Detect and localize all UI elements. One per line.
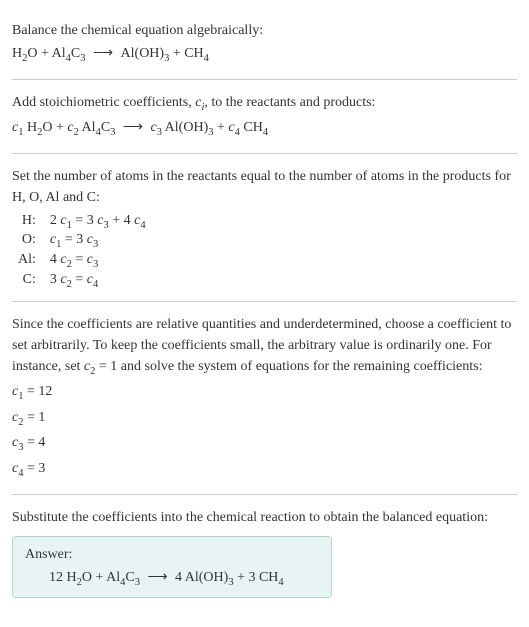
text: , to the reactants and products: — [204, 95, 375, 110]
eq-text: Al — [79, 120, 96, 135]
eq-text: Al(OH) — [121, 46, 165, 61]
eq-sub: 4 — [263, 127, 268, 138]
atoms-section: Set the number of atoms in the reactants… — [12, 154, 517, 301]
atom-equation: 3 c2 = c4 — [44, 271, 152, 291]
arrow-icon: ⟶ — [115, 120, 150, 135]
atom-label: O: — [12, 231, 44, 251]
atom-label: Al: — [12, 251, 44, 271]
answer-equation: 12 H2O + Al4C3 ⟶ 4 Al(OH)3 + 3 CH4 — [25, 569, 319, 588]
eq-text: O + — [42, 120, 67, 135]
answer-label: Answer: — [25, 547, 319, 563]
eq-sub: 4 — [204, 53, 209, 64]
intro-section: Balance the chemical equation algebraica… — [12, 8, 517, 79]
eq-text: C — [101, 120, 110, 135]
eq-text: O + Al — [27, 46, 65, 61]
answer-section: Substitute the coefficients into the che… — [12, 495, 517, 609]
atom-label: H: — [12, 212, 44, 232]
arrow-icon: ⟶ — [85, 46, 120, 61]
arrow-icon: ⟶ — [140, 570, 175, 585]
coeff-line: c3 = 4 — [12, 432, 517, 456]
coeff-line: c4 = 3 — [12, 458, 517, 482]
eq-text: CH — [240, 120, 263, 135]
stoich-section: Add stoichiometric coefficients, ci, to … — [12, 80, 517, 153]
eq-text: H — [12, 46, 22, 61]
table-row: C: 3 c2 = c4 — [12, 271, 152, 291]
atom-equation: 4 c2 = c3 — [44, 251, 152, 271]
table-row: H: 2 c1 = 3 c3 + 4 c4 — [12, 212, 152, 232]
solve-text: Since the coefficients are relative quan… — [12, 314, 517, 380]
eq-text: H — [23, 120, 37, 135]
coeff-line: c2 = 1 — [12, 407, 517, 431]
stoich-text: Add stoichiometric coefficients, ci, to … — [12, 92, 517, 116]
subst-text: Substitute the coefficients into the che… — [12, 507, 517, 528]
coeff-line: c1 = 12 — [12, 381, 517, 405]
eq-text: + CH — [169, 46, 203, 61]
atom-equation: c1 = 3 c3 — [44, 231, 152, 251]
eq-text: Al(OH) — [162, 120, 208, 135]
table-row: Al: 4 c2 = c3 — [12, 251, 152, 271]
text: Add stoichiometric coefficients, — [12, 95, 195, 110]
intro-equation: H2O + Al4C3 ⟶ Al(OH)3 + CH4 — [12, 43, 517, 67]
atoms-text: Set the number of atoms in the reactants… — [12, 166, 517, 208]
atom-balance-table: H: 2 c1 = 3 c3 + 4 c4 O: c1 = 3 c3 Al: 4… — [12, 212, 152, 291]
table-row: O: c1 = 3 c3 — [12, 231, 152, 251]
atom-label: C: — [12, 271, 44, 291]
stoich-equation: c1 H2O + c2 Al4C3 ⟶ c3 Al(OH)3 + c4 CH4 — [12, 117, 517, 141]
answer-box: Answer: 12 H2O + Al4C3 ⟶ 4 Al(OH)3 + 3 C… — [12, 536, 332, 599]
atom-equation: 2 c1 = 3 c3 + 4 c4 — [44, 212, 152, 232]
eq-text: + — [213, 120, 228, 135]
solve-section: Since the coefficients are relative quan… — [12, 302, 517, 494]
eq-text: C — [71, 46, 80, 61]
intro-title: Balance the chemical equation algebraica… — [12, 20, 517, 41]
